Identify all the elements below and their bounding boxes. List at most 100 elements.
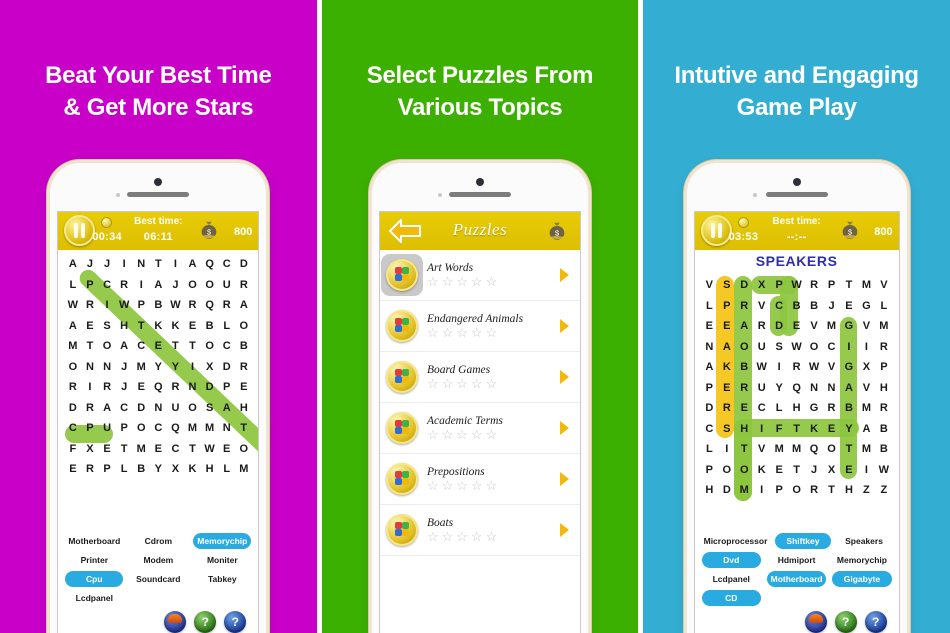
grid-cell-2-0[interactable]: W — [64, 295, 81, 316]
word-dvd[interactable]: Dvd — [701, 551, 761, 568]
grid-cell-0-1[interactable]: J — [81, 254, 98, 275]
grid-cell-9-8[interactable]: E — [840, 460, 857, 481]
grid-cell-2-5[interactable]: B — [150, 295, 167, 316]
grid-cell-3-8[interactable]: I — [840, 337, 857, 358]
grid-cell-8-7[interactable]: M — [184, 418, 201, 439]
grid-cell-9-1[interactable]: X — [81, 439, 98, 460]
grid-cell-6-10[interactable]: E — [235, 377, 252, 398]
grid-cell-3-5[interactable]: K — [150, 316, 167, 337]
grid-cell-8-0[interactable]: C — [64, 418, 81, 439]
grid-cell-10-3[interactable]: I — [753, 480, 770, 501]
grid-cell-6-5[interactable]: H — [788, 398, 805, 419]
grid-cell-4-6[interactable]: T — [167, 336, 184, 357]
grid-cell-5-2[interactable]: R — [736, 378, 753, 399]
grid-cell-0-1[interactable]: S — [718, 275, 735, 296]
grid-cell-3-10[interactable]: R — [875, 337, 892, 358]
grid-cell-5-3[interactable]: J — [116, 357, 133, 378]
grid-cell-1-8[interactable]: O — [201, 275, 218, 296]
grid-cell-8-4[interactable]: M — [770, 439, 787, 460]
word-moniter[interactable]: Moniter — [193, 552, 251, 568]
word-shiftkey[interactable]: Shiftkey — [775, 532, 831, 549]
puzzle-list-item[interactable]: Prepositions ☆ ☆ ☆ ☆ ☆ — [379, 454, 580, 505]
hint-icon[interactable] — [804, 611, 827, 633]
info-icon[interactable]: ? — [224, 611, 247, 633]
grid-cell-5-2[interactable]: N — [99, 357, 116, 378]
grid-cell-4-4[interactable]: I — [770, 357, 787, 378]
grid-cell-2-3[interactable]: R — [753, 316, 770, 337]
grid-cell-7-2[interactable]: H — [736, 419, 753, 440]
grid-cell-2-2[interactable]: I — [99, 295, 116, 316]
grid-cell-0-4[interactable]: P — [770, 275, 787, 296]
grid-cell-7-10[interactable]: B — [875, 419, 892, 440]
grid-cell-4-7[interactable]: T — [184, 336, 201, 357]
grid-cell-1-5[interactable]: B — [788, 296, 805, 317]
grid-cell-6-6[interactable]: G — [805, 398, 822, 419]
help-icon[interactable]: ? — [194, 611, 217, 633]
grid-cell-1-4[interactable]: I — [133, 275, 150, 296]
grid-cell-9-4[interactable]: M — [133, 439, 150, 460]
grid-cell-7-9[interactable]: A — [858, 419, 875, 440]
grid-cell-10-0[interactable]: E — [64, 459, 81, 480]
grid-cell-3-10[interactable]: O — [235, 316, 252, 337]
grid-cell-1-2[interactable]: C — [99, 275, 116, 296]
grid-cell-4-10[interactable]: B — [235, 336, 252, 357]
grid-cell-7-3[interactable]: I — [753, 419, 770, 440]
grid-cell-5-8[interactable]: A — [840, 378, 857, 399]
grid-cell-4-5[interactable]: E — [150, 336, 167, 357]
grid-cell-0-6[interactable]: R — [805, 275, 822, 296]
grid-cell-4-2[interactable]: O — [99, 336, 116, 357]
grid-cell-1-1[interactable]: P — [718, 296, 735, 317]
grid-cell-4-3[interactable]: W — [753, 357, 770, 378]
grid-cell-2-3[interactable]: W — [116, 295, 133, 316]
chevron-right-icon[interactable] — [559, 421, 574, 435]
grid-cell-5-6[interactable]: N — [805, 378, 822, 399]
word-motherboard[interactable]: Motherboard — [766, 570, 827, 587]
grid-cell-8-9[interactable]: N — [218, 418, 235, 439]
grid-cell-0-10[interactable]: V — [875, 275, 892, 296]
grid-cell-2-4[interactable]: P — [133, 295, 150, 316]
grid-cell-5-3[interactable]: U — [753, 378, 770, 399]
grid-cell-2-7[interactable]: M — [823, 316, 840, 337]
grid-cell-3-3[interactable]: U — [753, 337, 770, 358]
grid-cell-4-1[interactable]: T — [81, 336, 98, 357]
grid-cell-4-1[interactable]: K — [718, 357, 735, 378]
grid-cell-4-10[interactable]: P — [875, 357, 892, 378]
grid-cell-5-5[interactable]: Q — [788, 378, 805, 399]
grid-cell-10-7[interactable]: K — [184, 459, 201, 480]
word-lcdpanel[interactable]: Lcdpanel — [702, 571, 761, 587]
grid-cell-6-9[interactable]: M — [858, 398, 875, 419]
grid-cell-0-9[interactable]: C — [218, 254, 235, 275]
grid-cell-3-0[interactable]: N — [701, 337, 718, 358]
word-modem[interactable]: Modem — [129, 552, 187, 568]
grid-cell-8-8[interactable]: T — [840, 439, 857, 460]
word-gigabyte[interactable]: Gigabyte — [832, 570, 892, 587]
grid-cell-8-7[interactable]: O — [823, 439, 840, 460]
grid-cell-10-8[interactable]: H — [840, 480, 857, 501]
help-icon[interactable]: ? — [834, 611, 857, 633]
grid-cell-6-0[interactable]: D — [701, 398, 718, 419]
grid-cell-5-6[interactable]: Y — [167, 357, 184, 378]
grid-cell-10-6[interactable]: X — [167, 459, 184, 480]
grid-cell-0-4[interactable]: N — [133, 254, 150, 275]
word-cpu[interactable]: Cpu — [65, 570, 124, 587]
grid-cell-2-8[interactable]: Q — [201, 295, 218, 316]
grid-cell-4-6[interactable]: W — [805, 357, 822, 378]
grid-cell-1-2[interactable]: R — [736, 296, 753, 317]
grid-cell-7-5[interactable]: N — [150, 398, 167, 419]
grid-cell-5-10[interactable]: R — [235, 357, 252, 378]
word-cd[interactable]: CD — [701, 589, 761, 606]
puzzle-list-item[interactable]: Art Words ☆ ☆ ☆ ☆ ☆ — [379, 250, 580, 301]
grid-cell-7-7[interactable]: O — [184, 398, 201, 419]
grid-cell-9-7[interactable]: T — [184, 439, 201, 460]
grid-cell-9-2[interactable]: E — [99, 439, 116, 460]
grid-cell-1-7[interactable]: O — [184, 275, 201, 296]
word-memorychip[interactable]: Memorychip — [193, 532, 252, 549]
grid-cell-5-8[interactable]: X — [201, 357, 218, 378]
grid-cell-7-3[interactable]: C — [116, 398, 133, 419]
grid-cell-10-6[interactable]: R — [805, 480, 822, 501]
puzzle-list-item[interactable]: Academic Terms ☆ ☆ ☆ ☆ ☆ — [379, 403, 580, 454]
grid-cell-10-10[interactable]: M — [235, 459, 252, 480]
grid-cell-1-9[interactable]: U — [218, 275, 235, 296]
grid-cell-4-4[interactable]: C — [133, 336, 150, 357]
grid-cell-1-5[interactable]: A — [150, 275, 167, 296]
